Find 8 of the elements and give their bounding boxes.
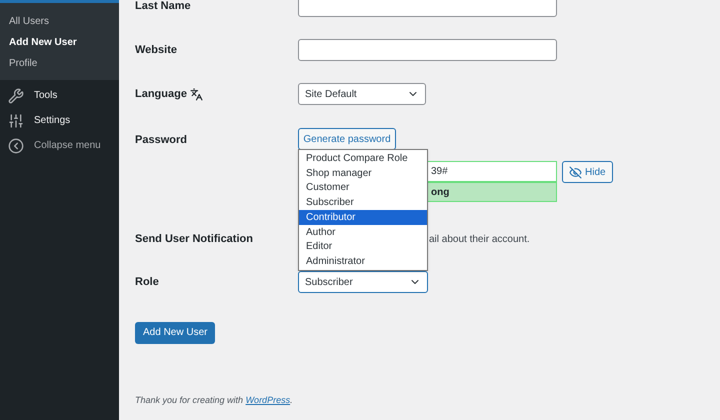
- field-label: Language: [135, 86, 187, 102]
- field-label: Password: [135, 133, 188, 148]
- footer-text: Thank you for creating with WordPress.: [135, 395, 293, 405]
- notification-text: ail about their account.: [429, 232, 530, 246]
- field-label: Website: [135, 42, 178, 58]
- field-label: Last Name: [135, 0, 192, 14]
- field-label: Role: [135, 274, 160, 290]
- field-label: Send User Notification: [135, 232, 254, 247]
